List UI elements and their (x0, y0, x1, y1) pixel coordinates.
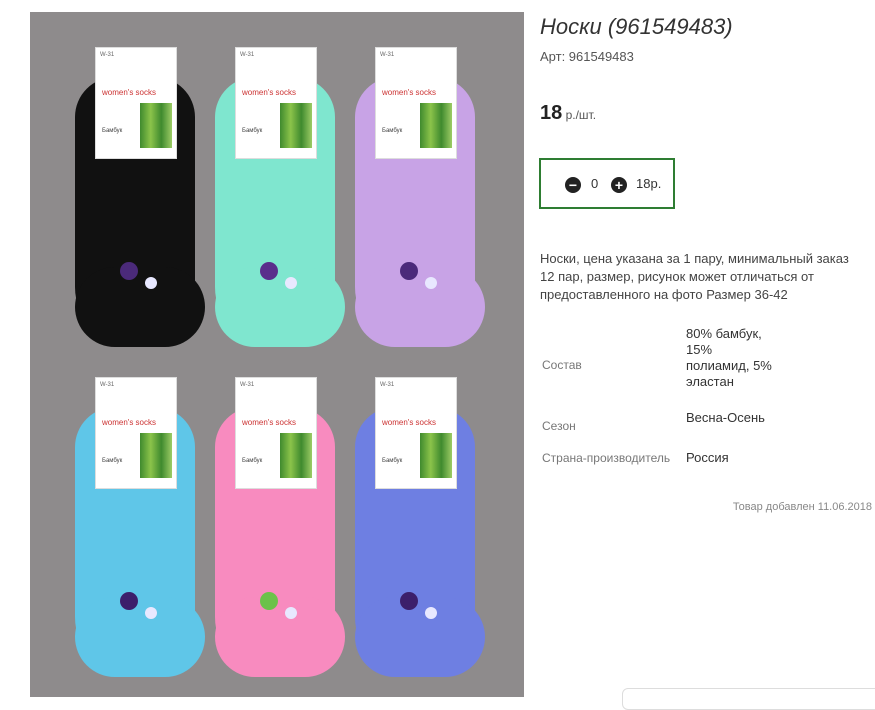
minus-circle-icon[interactable]: − (565, 177, 581, 193)
product-description: Носки, цена указана за 1 пару, минимальн… (540, 251, 849, 302)
added-date: Товар добавлен 11.06.2018 (732, 501, 872, 513)
sock-item: W-31 women's socks Бамбук (205, 377, 355, 677)
plus-circle-icon[interactable]: + (611, 177, 627, 193)
price-unit: р./шт. (562, 108, 597, 122)
quantity-value[interactable]: 0 (591, 176, 598, 191)
price-value: 18 (540, 102, 563, 124)
prop-label-country: Страна-производитель (542, 451, 671, 465)
sock-item: W-31 women's socks Бамбук (345, 47, 495, 347)
prop-value-season: Весна-Осень (686, 410, 765, 425)
bottom-panel-edge (622, 688, 875, 710)
sock-item: W-31 women's socks Бамбук (205, 47, 355, 347)
prop-label-season: Сезон (542, 419, 576, 433)
sock-tag: W-31 women's socks Бамбук (375, 47, 457, 159)
quantity-sum: 18р. (636, 176, 662, 191)
product-article: Арт: 961549483 (540, 49, 634, 64)
sock-item: W-31 women's socks Бамбук (65, 377, 215, 677)
prop-value-composition: 80% бамбук, 15% полиамид, 5% эластан (686, 326, 772, 389)
sock-tag: W-31 women's socks Бамбук (235, 377, 317, 489)
product-price: 18 р./шт. (540, 102, 596, 125)
sock-tag: W-31 women's socks Бамбук (375, 377, 457, 489)
prop-label-composition: Состав (542, 358, 582, 372)
sock-tag: W-31 women's socks Бамбук (95, 47, 177, 159)
quantity-selector: − 0 + 18р. (539, 158, 675, 209)
sock-tag: W-31 women's socks Бамбук (95, 377, 177, 489)
sock-item: W-31 women's socks Бамбук (345, 377, 495, 677)
product-photo[interactable]: W-31 women's socks Бамбук W-31 women's socks… (30, 12, 524, 697)
sock-item: W-31 women's socks Бамбук (65, 47, 215, 347)
prop-value-country: Россия (686, 450, 729, 465)
product-title: Носки (961549483) (540, 14, 733, 39)
sock-tag: W-31 women's socks Бамбук (235, 47, 317, 159)
